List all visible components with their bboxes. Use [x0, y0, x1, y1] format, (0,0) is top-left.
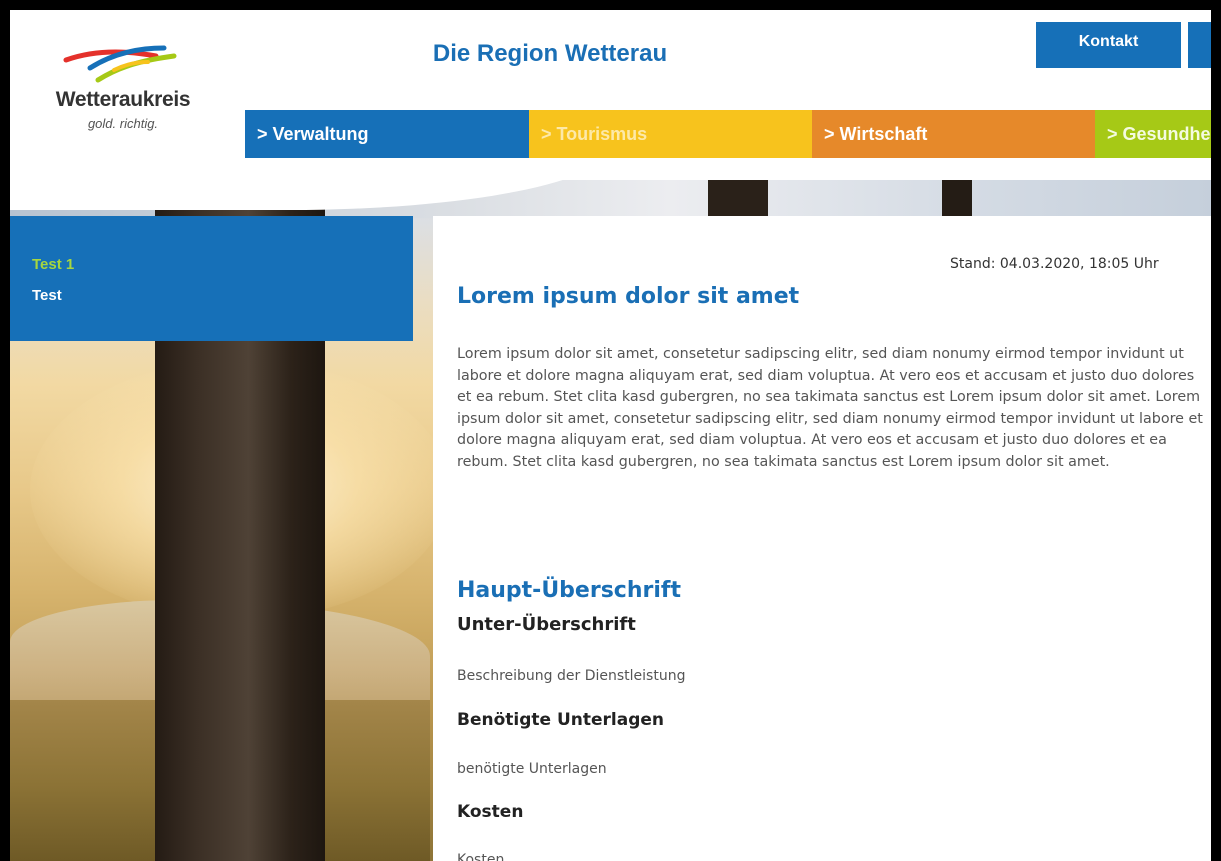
- required-documents-value: benötigte Unterlagen: [457, 761, 607, 777]
- nav-item-gesundheit[interactable]: > Gesundheit: [1095, 110, 1211, 158]
- main-navigation: > Verwaltung > Tourismus > Wirtschaft > …: [245, 110, 1211, 158]
- main-content: Stand: 04.03.2020, 18:05 Uhr Lorem ipsum…: [433, 216, 1211, 861]
- browser-page: Wetteraukreis gold. richtig. Die Region …: [10, 10, 1211, 861]
- last-updated-timestamp: Stand: 04.03.2020, 18:05 Uhr: [950, 256, 1159, 272]
- header-button-cut-off[interactable]: [1188, 22, 1211, 68]
- site-logo[interactable]: Wetteraukreis gold. richtig.: [28, 40, 208, 150]
- costs-heading: Kosten: [457, 802, 524, 822]
- logo-name: Wetteraukreis: [55, 88, 191, 111]
- nav-item-tourismus[interactable]: > Tourismus: [529, 110, 812, 158]
- tree-trunk-distant: [708, 180, 768, 218]
- nav-item-wirtschaft[interactable]: > Wirtschaft: [812, 110, 1095, 158]
- page-title: Lorem ipsum dolor sit amet: [457, 284, 800, 309]
- costs-value: Kosten: [457, 852, 505, 861]
- logo-slogan: gold. richtig.: [87, 116, 159, 131]
- sidebar-item-test[interactable]: Test: [32, 287, 413, 304]
- sidebar-navigation: Test 1 Test: [10, 216, 413, 341]
- main-heading: Haupt-Überschrift: [457, 578, 681, 603]
- contact-button[interactable]: Kontakt: [1036, 22, 1181, 68]
- sidebar-item-test-1[interactable]: Test 1: [32, 256, 413, 273]
- site-header: Wetteraukreis gold. richtig. Die Region …: [10, 10, 1211, 180]
- site-title[interactable]: Die Region Wetterau: [340, 40, 760, 68]
- logo-swoosh-icon: [63, 45, 177, 83]
- sub-heading: Unter-Überschrift: [457, 614, 636, 635]
- nav-item-verwaltung[interactable]: > Verwaltung: [245, 110, 529, 158]
- tree-trunk-distant: [942, 180, 972, 218]
- required-documents-heading: Benötigte Unterlagen: [457, 710, 665, 730]
- service-description: Beschreibung der Dienstleistung: [457, 668, 686, 684]
- intro-paragraph: Lorem ipsum dolor sit amet, consetetur s…: [457, 346, 1203, 470]
